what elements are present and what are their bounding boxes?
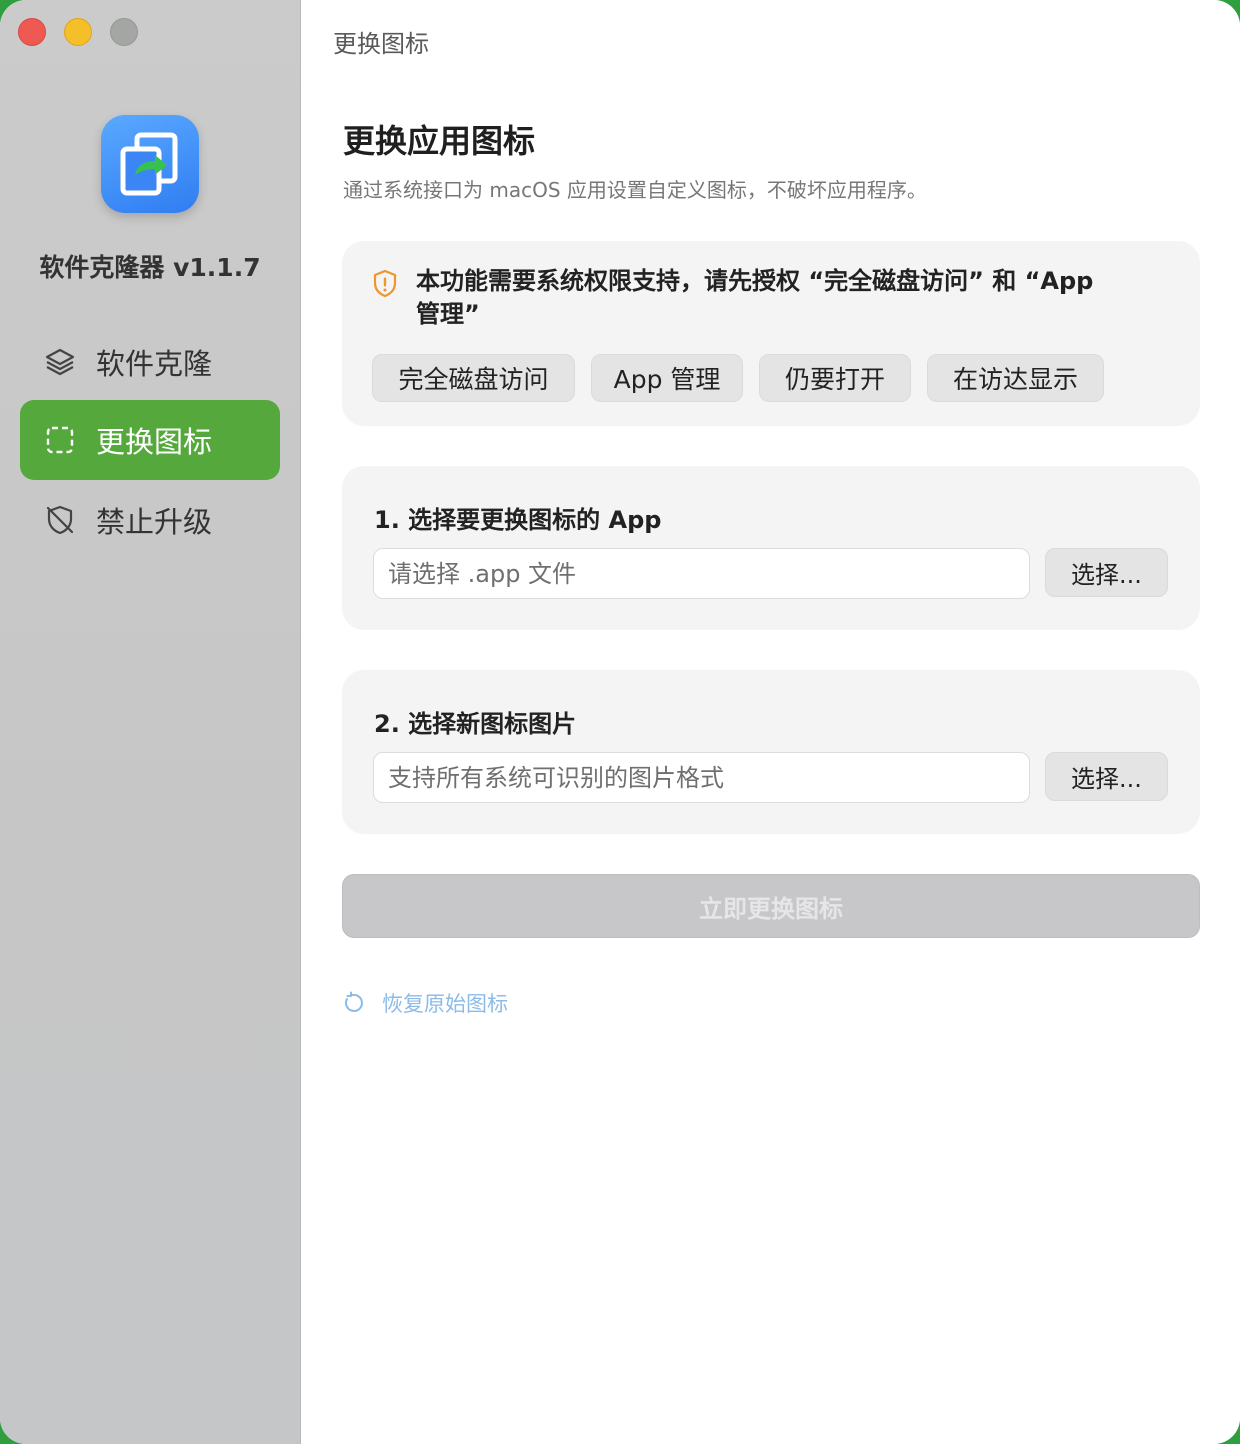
sidebar-item-label: 禁止升级 — [96, 505, 213, 539]
choose-app-button[interactable]: 选择... — [1045, 548, 1168, 597]
select-app-card: 1. 选择要更换图标的 App 选择... — [342, 466, 1200, 630]
restore-original-icon-link[interactable]: 恢复原始图标 — [342, 988, 508, 1018]
page-subtitle: 通过系统接口为 macOS 应用设置自定义图标，不破坏应用程序。 — [343, 178, 927, 202]
step1-label: 1. 选择要更换图标的 App — [374, 506, 662, 534]
app-path-input[interactable] — [373, 548, 1030, 599]
shield-off-icon — [44, 504, 76, 536]
full-disk-access-button[interactable]: 完全磁盘访问 — [372, 354, 575, 402]
warning-shield-icon — [372, 269, 398, 303]
show-in-finder-button[interactable]: 在访达显示 — [927, 354, 1104, 402]
sidebar-item-clone[interactable]: 软件克隆 — [20, 322, 280, 402]
image-path-input[interactable] — [373, 752, 1030, 803]
layers-icon — [44, 346, 76, 378]
breadcrumb: 更换图标 — [333, 30, 429, 58]
window-zoom-button[interactable] — [110, 18, 138, 46]
sidebar: 软件克隆器 v1.1.7 软件克隆 更换图标 禁止升级 — [0, 0, 301, 1444]
step2-label: 2. 选择新图标图片 — [374, 710, 577, 738]
app-logo-icon — [101, 115, 199, 213]
choose-image-button[interactable]: 选择... — [1045, 752, 1168, 801]
main-content: 更换图标 更换应用图标 通过系统接口为 macOS 应用设置自定义图标，不破坏应… — [301, 0, 1240, 1444]
open-anyway-button[interactable]: 仍要打开 — [759, 354, 911, 402]
sidebar-item-block-update[interactable]: 禁止升级 — [20, 480, 280, 560]
select-image-card: 2. 选择新图标图片 选择... — [342, 670, 1200, 834]
window-minimize-button[interactable] — [64, 18, 92, 46]
window-close-button[interactable] — [18, 18, 46, 46]
apply-icon-button[interactable]: 立即更换图标 — [342, 874, 1200, 938]
app-management-button[interactable]: App 管理 — [591, 354, 743, 402]
sidebar-item-label: 软件克隆 — [96, 347, 213, 381]
undo-arrow-icon — [342, 991, 366, 1015]
page-title: 更换应用图标 — [343, 122, 536, 160]
restore-label: 恢复原始图标 — [382, 992, 508, 1016]
app-window: 软件克隆器 v1.1.7 软件克隆 更换图标 禁止升级 更换图标 更换应用图标 … — [0, 0, 1240, 1444]
dashed-square-icon — [44, 424, 76, 456]
sidebar-item-label: 更换图标 — [96, 425, 213, 459]
permission-card: 本功能需要系统权限支持，请先授权 “完全磁盘访问” 和 “App 管理” 完全磁… — [342, 241, 1200, 426]
sidebar-item-change-icon[interactable]: 更换图标 — [20, 400, 280, 480]
permission-message: 本功能需要系统权限支持，请先授权 “完全磁盘访问” 和 “App 管理” — [416, 267, 1094, 328]
app-name: 软件克隆器 v1.1.7 — [39, 253, 261, 282]
